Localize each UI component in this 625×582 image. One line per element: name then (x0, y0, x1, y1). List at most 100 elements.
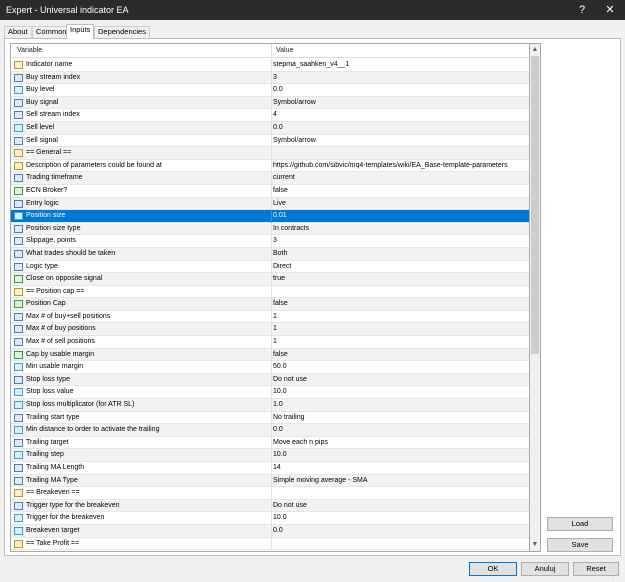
parameter-value[interactable]: Simple moving average - SMA (273, 477, 368, 484)
parameter-value[interactable]: Symbol/arrow (273, 137, 316, 144)
parameter-value[interactable]: stepma_saahken_v4__1 (273, 61, 349, 68)
table-row[interactable]: Sell level 0.0 (11, 121, 529, 135)
help-button[interactable]: ? (573, 2, 591, 18)
table-row[interactable]: Stop loss type Do not use (11, 373, 529, 387)
table-row[interactable]: == Position cap == (11, 285, 529, 299)
column-header-variable[interactable]: Variable (17, 47, 42, 54)
parameter-value[interactable]: 0.0 (273, 86, 283, 93)
table-row[interactable]: == Take Profit == (11, 537, 529, 551)
table-row[interactable]: Stop loss multiplicator (for ATR SL) 1.0 (11, 399, 529, 412)
parameter-value[interactable]: Do not use (273, 376, 307, 383)
close-button[interactable]: ✕ (601, 2, 619, 18)
table-row[interactable]: Trailing step 10.0 (11, 449, 529, 462)
parameter-value[interactable]: true (273, 275, 285, 282)
parameter-value[interactable]: 10.0 (273, 451, 287, 458)
table-row[interactable]: == Breakeven == (11, 487, 529, 500)
parameter-value[interactable]: 0.0 (273, 426, 283, 433)
tab-about[interactable]: About (4, 26, 32, 38)
scroll-thumb[interactable] (531, 56, 539, 354)
parameter-name: Buy stream index (26, 73, 81, 81)
parameter-value[interactable]: 3 (273, 237, 277, 244)
table-row[interactable]: Entry logic Live (11, 197, 529, 211)
table-row[interactable]: Trigger for the breakeven 10.0 (11, 512, 529, 525)
table-row[interactable]: Trailing MA Type Simple moving average - … (11, 474, 529, 488)
table-row[interactable]: Trading timeframe current (11, 172, 529, 185)
table-row[interactable]: Trailing MA Length 14 (11, 462, 529, 475)
table-row[interactable]: Cap by usable margin false (11, 348, 529, 362)
tab-inputs[interactable]: Inputs (66, 24, 95, 39)
parameter-name: Max # of buy+sell positions (26, 312, 111, 320)
parameter-value[interactable]: 1.0 (273, 401, 283, 408)
table-row[interactable]: Max # of buy+sell positions 1 (11, 310, 529, 324)
cancel-button[interactable]: Anuluj (521, 562, 569, 576)
parameter-value[interactable]: 10.0 (273, 514, 287, 521)
cell-separator (271, 134, 272, 148)
column-separator[interactable] (271, 44, 272, 58)
ok-button[interactable]: OK (469, 562, 517, 576)
tab-common[interactable]: Common (32, 26, 71, 38)
table-row[interactable]: Position Cap false (11, 298, 529, 311)
save-button[interactable]: Save (547, 538, 613, 552)
table-row[interactable]: Max # of sell positions 1 (11, 336, 529, 349)
table-row[interactable]: Buy stream index 3 (11, 71, 529, 85)
table-row[interactable]: Breakeven target 0.0 (11, 524, 529, 538)
table-row[interactable]: Max # of buy positions 1 (11, 323, 529, 337)
table-row[interactable]: What trades should be taken Both (11, 247, 529, 261)
parameter-value[interactable]: Direct (273, 263, 291, 270)
parameter-value[interactable]: 1 (273, 338, 277, 345)
table-row[interactable]: Trigger type for the breakeven Do not use (11, 499, 529, 513)
table-row[interactable]: Stop loss value 10.0 (11, 386, 529, 400)
cell-separator (271, 336, 272, 349)
parameter-value[interactable]: 50.0 (273, 363, 287, 370)
parameter-value[interactable]: 1 (273, 313, 277, 320)
parameter-value[interactable]: No trailing (273, 414, 305, 421)
parameter-value[interactable]: false (273, 300, 288, 307)
table-row[interactable]: Buy level 0.0 (11, 84, 529, 97)
table-row[interactable]: Description of parameters could be found… (11, 159, 529, 173)
table-row[interactable]: Logic type Direct (11, 260, 529, 274)
parameter-value[interactable]: In contracts (273, 225, 309, 232)
scroll-down-arrow-icon[interactable]: ▼ (530, 540, 540, 550)
parameter-value[interactable]: Move each n pips (273, 439, 328, 446)
table-row[interactable]: ECN Broker? false (11, 184, 529, 198)
table-row[interactable]: Sell stream index 4 (11, 109, 529, 122)
parameter-value[interactable]: Both (273, 250, 287, 257)
table-row[interactable]: Trailing start type No trailing (11, 411, 529, 425)
scroll-up-arrow-icon[interactable]: ▲ (530, 45, 540, 55)
parameter-value[interactable]: 1 (273, 325, 277, 332)
vertical-scrollbar[interactable]: ▲ ▼ (530, 43, 541, 552)
parameter-value[interactable]: 0.0 (273, 124, 283, 131)
table-row[interactable]: Trailing target Move each n pips (11, 436, 529, 450)
parameter-value[interactable]: false (273, 187, 288, 194)
table-row[interactable]: Position size 0.01 (11, 210, 529, 223)
parameter-value[interactable]: 14 (273, 464, 281, 471)
parameter-value[interactable]: Symbol/arrow (273, 99, 316, 106)
table-row[interactable]: Sell signal Symbol/arrow (11, 134, 529, 148)
table-row[interactable]: Indicator name stepma_saahken_v4__1 (11, 59, 529, 72)
cell-separator (271, 537, 272, 551)
table-row[interactable]: Close on opposite signal true (11, 273, 529, 286)
parameter-value[interactable]: Do not use (273, 502, 307, 509)
column-header-value[interactable]: Value (276, 47, 293, 54)
parameter-value[interactable]: Live (273, 200, 286, 207)
parameter-value[interactable]: 0.01 (273, 212, 287, 219)
tab-dependencies[interactable]: Dependencies (94, 26, 150, 38)
cell-separator (271, 386, 272, 400)
parameter-value[interactable]: 4 (273, 111, 277, 118)
table-row[interactable]: Buy signal Symbol/arrow (11, 96, 529, 110)
table-row[interactable]: Position size type In contracts (11, 222, 529, 236)
resize-grip-icon[interactable]: ⋰ (612, 572, 621, 581)
double-type-icon (14, 363, 23, 372)
table-row[interactable]: Min distance to order to activate the tr… (11, 424, 529, 437)
parameter-value[interactable]: current (273, 174, 295, 181)
grid-rows: Indicator name stepma_saahken_v4__1 Buy st… (11, 59, 529, 551)
table-row[interactable]: Min usable margin 50.0 (11, 361, 529, 374)
table-row[interactable]: == General == (11, 147, 529, 160)
parameter-value[interactable]: false (273, 351, 288, 358)
load-button[interactable]: Load (547, 517, 613, 531)
parameter-value[interactable]: https://github.com/sibvic/mq4-templates/… (273, 162, 508, 169)
parameter-value[interactable]: 3 (273, 74, 277, 81)
parameter-value[interactable]: 10.0 (273, 388, 287, 395)
parameter-value[interactable]: 0.0 (273, 527, 283, 534)
table-row[interactable]: Slippage, points 3 (11, 235, 529, 248)
